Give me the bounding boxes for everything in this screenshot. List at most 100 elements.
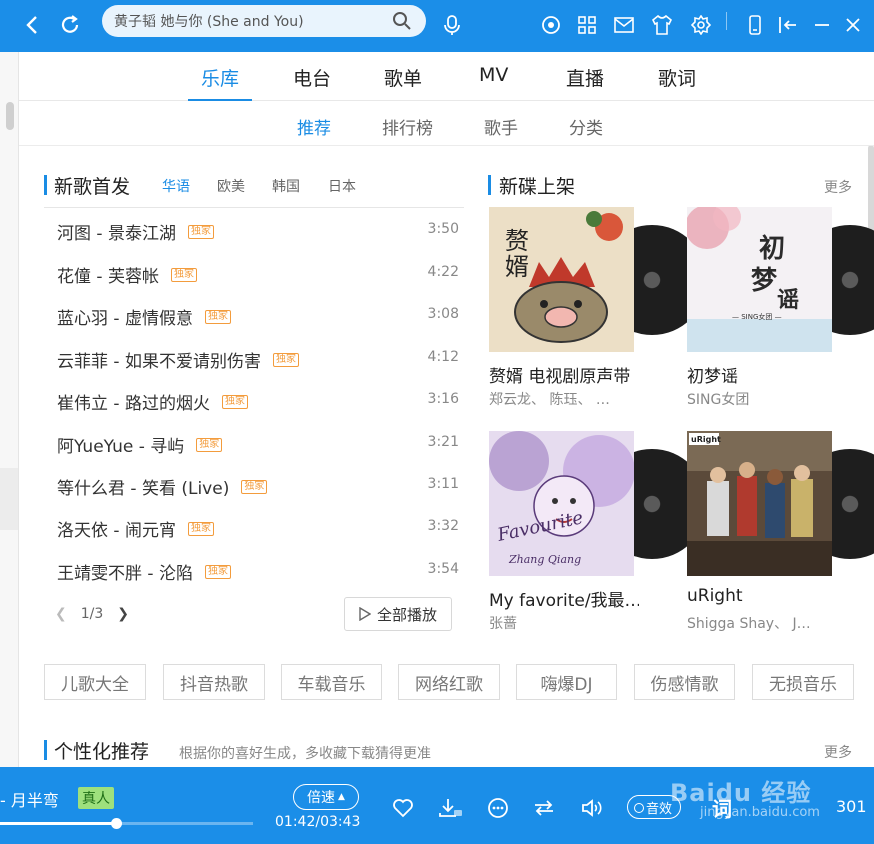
exclusive-badge: 独家 <box>196 437 223 452</box>
song-row[interactable]: 河图 - 景泰江湖 独家 3:50 <box>44 209 464 251</box>
song-row[interactable]: 洛天依 - 闹元宵 独家 3:32 <box>44 506 464 548</box>
song-name: 阿YueYue - 寻屿 <box>57 437 185 457</box>
gear-icon[interactable] <box>686 10 716 40</box>
tag-douyin-hits[interactable]: 抖音热歌 <box>163 664 265 700</box>
song-name: 王靖雯不胖 - 沦陷 <box>57 564 193 584</box>
repeat-icon[interactable] <box>530 794 558 822</box>
subtab-charts[interactable]: 排行榜 <box>382 114 433 139</box>
lang-tab-korean[interactable]: 韩国 <box>272 176 300 196</box>
song-row[interactable]: 崔伟立 - 路过的烟火 独家 3:16 <box>44 379 464 421</box>
album-cover: 赘 婿 <box>489 207 634 352</box>
tag-internet-hits[interactable]: 网络红歌 <box>398 664 500 700</box>
now-playing-title[interactable]: - 月半弯 <box>0 787 59 811</box>
svg-text:uRight: uRight <box>691 435 721 444</box>
search-icon[interactable] <box>392 11 412 35</box>
lang-tab-chinese[interactable]: 华语 <box>162 176 190 196</box>
album-artist[interactable]: 张蔷 <box>489 613 639 633</box>
albums-more-link[interactable]: 更多 <box>824 177 852 197</box>
album-title[interactable]: My favorite/我最… <box>489 586 639 611</box>
song-row[interactable]: 阿YueYue - 寻屿 独家 3:21 <box>44 422 464 464</box>
mini-mode-icon[interactable] <box>773 10 803 40</box>
song-row[interactable]: 蓝心羽 - 虚情假意 独家 3:08 <box>44 294 464 336</box>
album-card[interactable]: uRight uRight Shigga Shay、 J… <box>687 431 874 633</box>
album-cover: 初 梦 谣 — SING女团 — <box>687 207 832 352</box>
divider <box>44 207 464 208</box>
svg-text:— SING女团 —: — SING女团 — <box>732 312 782 321</box>
refresh-icon[interactable] <box>55 10 85 40</box>
album-card[interactable]: 赘 婿 赘婿 电视剧原声带 郑云龙、 陈珏、 … <box>489 207 707 409</box>
exclusive-badge: 独家 <box>187 224 214 239</box>
tag-sad-songs[interactable]: 伤感情歌 <box>634 664 735 700</box>
album-artist[interactable]: SING女团 <box>687 389 837 409</box>
svg-text:梦: 梦 <box>751 266 778 296</box>
close-icon[interactable] <box>838 10 868 40</box>
sidebar-selected-block <box>0 468 18 530</box>
tab-playlists[interactable]: 歌单 <box>384 64 422 91</box>
search-input[interactable] <box>114 13 384 29</box>
tag-kids-songs[interactable]: 儿歌大全 <box>44 664 146 700</box>
play-time: 01:42/03:43 <box>275 814 361 830</box>
tag-car-music[interactable]: 车载音乐 <box>281 664 382 700</box>
top-bar <box>0 0 874 52</box>
mail-icon[interactable] <box>609 10 639 40</box>
record-icon[interactable] <box>536 10 566 40</box>
svg-text:Zhang Qiang: Zhang Qiang <box>508 553 581 566</box>
subtab-recommend[interactable]: 推荐 <box>297 114 331 139</box>
progress-bar[interactable] <box>0 818 253 829</box>
more-icon[interactable] <box>484 794 512 822</box>
download-icon[interactable] <box>436 794 464 822</box>
caret-up-icon: ▲ <box>338 792 345 802</box>
heart-icon[interactable] <box>389 794 417 822</box>
sidebar-scrollbar[interactable] <box>6 102 14 130</box>
effect-label: 音效 <box>646 801 673 817</box>
tab-library[interactable]: 乐库 <box>201 64 239 91</box>
svg-text:婿: 婿 <box>505 253 529 281</box>
tab-radio[interactable]: 电台 <box>293 64 331 91</box>
search-box[interactable] <box>102 5 426 37</box>
tab-lyrics[interactable]: 歌词 <box>658 64 696 91</box>
speed-button[interactable]: 倍速 ▲ <box>293 784 359 810</box>
progress-handle[interactable] <box>111 818 123 829</box>
album-title[interactable]: 初梦谣 <box>687 362 837 387</box>
album-artist[interactable]: 郑云龙、 陈珏、 … <box>489 389 639 409</box>
sub-tabs: 推荐 排行榜 歌手 分类 <box>19 102 874 146</box>
song-duration: 3:50 <box>427 221 459 237</box>
back-icon[interactable] <box>18 10 48 40</box>
exclusive-badge: 独家 <box>187 521 214 536</box>
lang-tab-japanese[interactable]: 日本 <box>328 176 356 196</box>
mobile-icon[interactable] <box>740 10 770 40</box>
album-title[interactable]: uRight <box>687 586 837 606</box>
speed-label: 倍速 <box>307 790 336 806</box>
album-title[interactable]: 赘婿 电视剧原声带 <box>489 362 639 387</box>
play-all-button[interactable]: 全部播放 <box>344 597 452 631</box>
player-bar: - 月半弯 真人 倍速 ▲ 01:42/03:43 音效 词 Baidu 经验 … <box>0 767 874 844</box>
section-marker <box>44 740 47 760</box>
subtab-artists[interactable]: 歌手 <box>484 114 518 139</box>
subtab-categories[interactable]: 分类 <box>569 114 603 139</box>
song-name: 等什么君 - 笑看 (Live) <box>57 479 230 499</box>
tag-dj[interactable]: 嗨爆DJ <box>516 664 617 700</box>
volume-icon[interactable] <box>578 794 606 822</box>
album-artist[interactable]: Shigga Shay、 J… <box>687 613 837 633</box>
chevron-left-icon[interactable]: ❮ <box>55 606 67 622</box>
tab-live[interactable]: 直播 <box>566 64 604 91</box>
main-tabs: 乐库 电台 歌单 MV 直播 歌词 <box>19 52 874 101</box>
playlist-count[interactable]: 301 <box>836 797 867 816</box>
tab-mv[interactable]: MV <box>479 64 508 86</box>
song-row[interactable]: 王靖雯不胖 - 沦陷 独家 3:54 <box>44 549 464 591</box>
apps-icon[interactable] <box>572 10 602 40</box>
personal-more-link[interactable]: 更多 <box>824 742 852 762</box>
song-row[interactable]: 花僮 - 芙蓉帐 独家 4:22 <box>44 252 464 294</box>
exclusive-badge: 独家 <box>204 564 231 579</box>
album-card[interactable]: Favourite Zhang Qiang My favorite/我最… 张蔷 <box>489 431 707 633</box>
song-row[interactable]: 等什么君 - 笑看 (Live) 独家 3:11 <box>44 464 464 506</box>
tag-lossless[interactable]: 无损音乐 <box>752 664 854 700</box>
skin-icon[interactable] <box>647 10 677 40</box>
minimize-icon[interactable] <box>807 10 837 40</box>
chevron-right-icon[interactable]: ❯ <box>117 606 129 622</box>
album-card[interactable]: 初 梦 谣 — SING女团 — 初梦谣 SING女团 <box>687 207 874 409</box>
lang-tab-western[interactable]: 欧美 <box>217 176 245 196</box>
song-row[interactable]: 云菲菲 - 如果不爱请别伤害 独家 4:12 <box>44 337 464 379</box>
voice-search-icon[interactable] <box>437 10 467 40</box>
album-cover: uRight <box>687 431 832 576</box>
